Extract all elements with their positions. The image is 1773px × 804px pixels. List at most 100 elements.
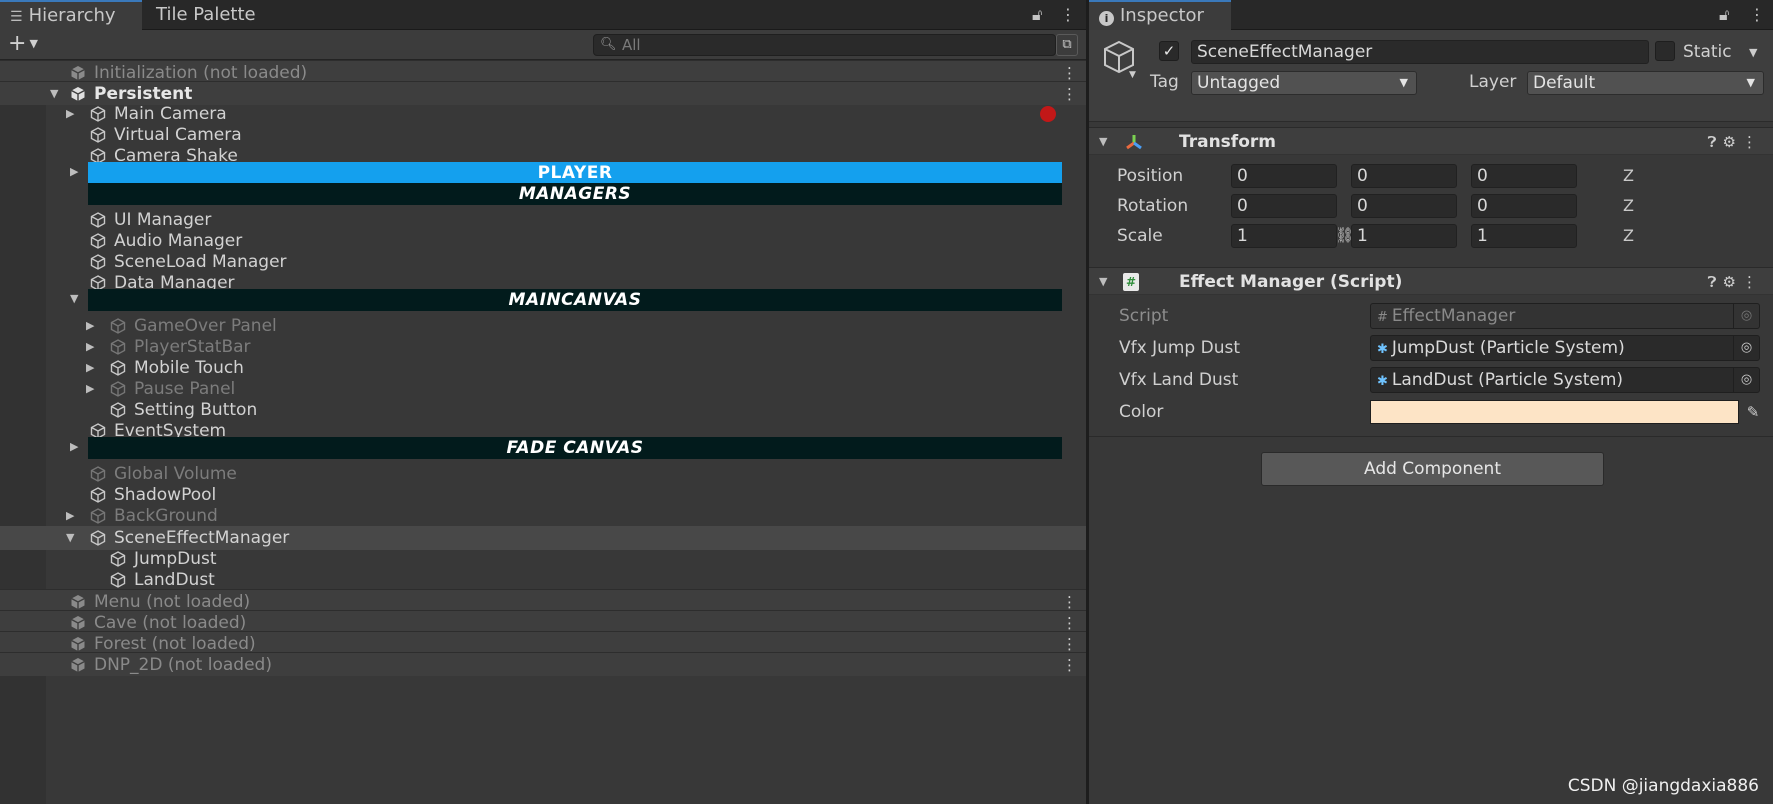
scene-icon <box>70 636 86 652</box>
foldout-arrow-icon[interactable]: ▶ <box>70 436 78 458</box>
preset-icon[interactable]: ⚙︎ <box>1723 133 1742 151</box>
component-tools[interactable]: ❓︎⚙︎⋮ <box>1708 128 1763 156</box>
gameobject-icon <box>110 381 126 397</box>
gameobject-icon <box>90 466 106 482</box>
foldout-arrow-icon[interactable]: ▼ <box>70 288 78 310</box>
gameobject-icon <box>90 212 106 228</box>
foldout-arrow-icon: ▼ <box>1099 275 1108 288</box>
tab-inspector[interactable]: i Inspector <box>1089 0 1231 30</box>
info-icon: i <box>1099 11 1114 26</box>
foldout-arrow-icon[interactable]: ▶ <box>66 504 74 528</box>
transform-icon <box>1125 134 1143 155</box>
rotation-z-field[interactable]: 0 <box>1471 194 1577 218</box>
scale-y-field[interactable]: 1 <box>1351 224 1457 248</box>
gameobject-icon <box>110 360 126 376</box>
kebab-menu-icon[interactable]: ⋮ <box>1749 0 1765 30</box>
rotation-x-field[interactable]: 0 <box>1231 194 1337 218</box>
position-y-field[interactable]: 0 <box>1351 164 1457 188</box>
static-label: Static <box>1683 42 1732 62</box>
add-component-button[interactable]: Add Component <box>1261 452 1604 486</box>
search-input[interactable]: 🔍︎ All <box>593 34 1056 56</box>
static-checkbox[interactable] <box>1655 41 1675 61</box>
gameobject-icon <box>90 127 106 143</box>
particle-system-icon: ✱ <box>1377 374 1388 389</box>
kebab-menu-icon[interactable]: ⋮ <box>1742 133 1763 151</box>
preset-icon[interactable]: ⚙︎ <box>1723 273 1742 291</box>
scene-icon <box>70 86 86 102</box>
tag-dropdown[interactable]: Untagged ▼ <box>1191 71 1417 95</box>
chevron-down-icon[interactable]: ▼ <box>1749 46 1757 59</box>
open-window-icon[interactable]: ⧉ <box>1056 34 1078 56</box>
help-icon[interactable]: ❓︎ <box>1708 133 1723 151</box>
object-picker-icon[interactable]: ◎ <box>1733 336 1759 360</box>
scale-label: Scale <box>1117 226 1163 246</box>
help-icon[interactable]: ❓︎ <box>1708 273 1723 291</box>
section-header[interactable]: MANAGERS <box>88 183 1062 205</box>
tab-hierarchy[interactable]: ☰ Hierarchy <box>0 0 142 30</box>
scene-row[interactable]: DNP_2D (not loaded) ⋮ <box>0 652 1086 676</box>
layer-label: Layer <box>1469 72 1517 92</box>
hierarchy-toolbar: + ▼ 🔍︎ All ⧉ <box>0 30 1086 60</box>
gameobject-icon <box>90 487 106 503</box>
chevron-down-icon: ▼ <box>1399 76 1408 89</box>
kebab-menu-icon[interactable]: ⋮ <box>1060 0 1076 30</box>
chevron-down-icon[interactable]: ▼ <box>1129 70 1136 80</box>
section-header[interactable]: PLAYER <box>88 162 1062 184</box>
gameobject-icon <box>90 233 106 249</box>
vfx-jump-dust-label: Vfx Jump Dust <box>1119 338 1241 358</box>
axis-z-label: Z <box>1623 196 1634 215</box>
gameobject-icon <box>110 339 126 355</box>
kebab-menu-icon[interactable]: ⋮ <box>1742 273 1763 291</box>
section-header[interactable]: MAINCANVAS <box>88 289 1062 311</box>
axis-z-label: Z <box>1623 226 1634 245</box>
scale-x-field[interactable]: 1 <box>1231 224 1337 248</box>
section-header[interactable]: FADE CANVAS <box>88 437 1062 459</box>
rotation-y-field[interactable]: 0 <box>1351 194 1457 218</box>
script-icon: # <box>1377 310 1388 325</box>
search-icon: 🔍︎ <box>600 37 617 52</box>
camera-warning-icon <box>1040 106 1056 122</box>
eyedropper-icon[interactable]: ✎ <box>1741 400 1765 424</box>
gameobject-icon <box>90 106 106 122</box>
scene-icon <box>70 594 86 610</box>
object-picker-icon: ◎ <box>1733 304 1759 328</box>
vfx-land-dust-label: Vfx Land Dust <box>1119 370 1239 390</box>
position-z-field[interactable]: 0 <box>1471 164 1577 188</box>
scene-icon <box>70 65 86 81</box>
inspector-panel: i Inspector 🔓︎ ⋮ ▼ ✓ SceneEffectManager S… <box>1088 0 1773 804</box>
position-x-field[interactable]: 0 <box>1231 164 1337 188</box>
gameobject-icon <box>90 530 106 546</box>
foldout-arrow-icon[interactable]: ▶ <box>70 161 78 183</box>
gameobject-icon <box>90 254 106 270</box>
watermark: CSDN @jiangdaxia886 <box>1567 776 1759 796</box>
kebab-menu-icon[interactable]: ⋮ <box>1062 653 1077 677</box>
vfx-jump-dust-field[interactable]: ✱ JumpDust (Particle System) ◎ <box>1370 335 1760 361</box>
vfx-land-dust-field[interactable]: ✱ LandDust (Particle System) ◎ <box>1370 367 1760 393</box>
object-picker-icon[interactable]: ◎ <box>1733 368 1759 392</box>
active-checkbox[interactable]: ✓ <box>1159 41 1179 61</box>
axis-z-label: Z <box>1623 166 1634 185</box>
lock-icon[interactable]: 🔓︎ <box>1719 0 1729 30</box>
component-tools[interactable]: ❓︎⚙︎⋮ <box>1708 268 1763 296</box>
tab-tile-palette[interactable]: Tile Palette <box>146 0 286 30</box>
add-button[interactable]: + ▼ <box>8 30 38 58</box>
object-name-field[interactable]: SceneEffectManager <box>1191 40 1649 64</box>
list-icon: ☰ <box>10 9 23 25</box>
gameobject-row[interactable]: ▶ BackGround <box>0 504 1086 528</box>
gameobject-icon <box>110 551 126 567</box>
tag-label: Tag <box>1150 72 1179 92</box>
script-icon: # <box>1123 273 1139 291</box>
scale-z-field[interactable]: 1 <box>1471 224 1577 248</box>
particle-system-icon: ✱ <box>1377 342 1388 357</box>
chevron-down-icon: ▼ <box>29 37 38 50</box>
inspector-tabbar: i Inspector 🔓︎ ⋮ <box>1089 0 1773 30</box>
color-field[interactable] <box>1370 400 1739 424</box>
lock-icon[interactable]: 🔓︎ <box>1032 0 1042 30</box>
component-separator <box>1089 436 1773 437</box>
script-label: Script <box>1119 306 1169 326</box>
transform-component-header[interactable]: ▼ Transform ❓︎⚙︎⋮ <box>1089 127 1773 155</box>
script-field: # EffectManager ◎ <box>1370 303 1760 329</box>
effect-manager-component-header[interactable]: ▼ # Effect Manager (Script) ❓︎⚙︎⋮ <box>1089 267 1773 295</box>
color-label: Color <box>1119 402 1164 422</box>
layer-dropdown[interactable]: Default ▼ <box>1527 71 1764 95</box>
